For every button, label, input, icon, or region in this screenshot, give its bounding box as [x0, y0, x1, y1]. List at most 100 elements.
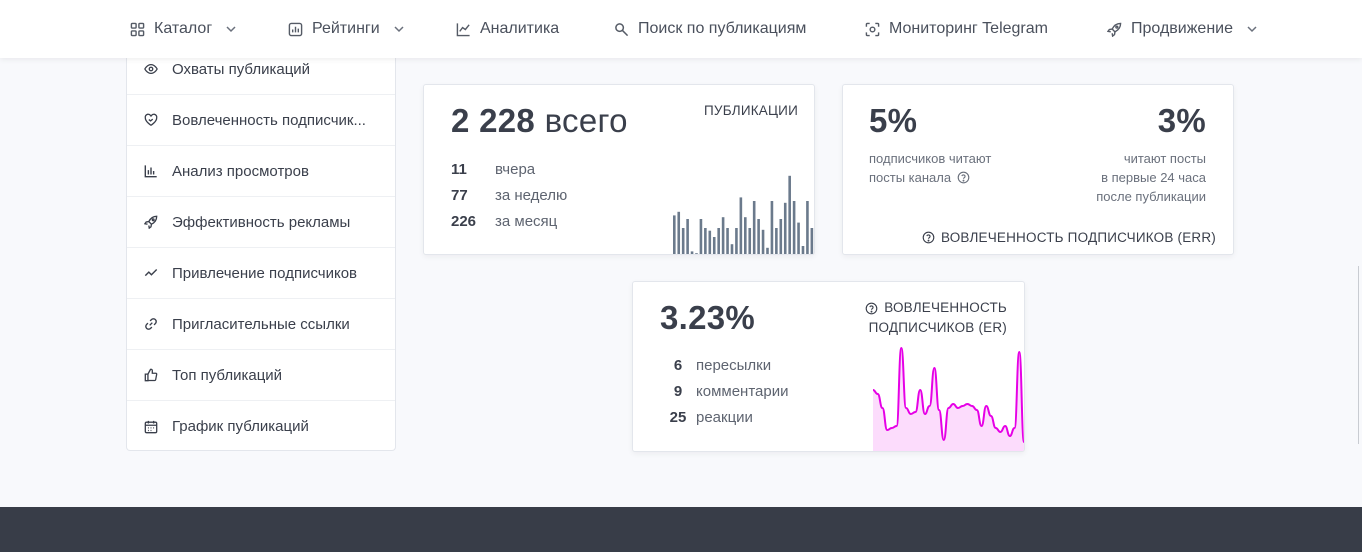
chevron-down-icon — [394, 26, 404, 33]
er-label-line: ВОВЛЕЧЕННОСТЬ — [884, 300, 1007, 315]
err-left-text-line-wrap: посты канала — [869, 168, 991, 187]
stat-label: реакции — [696, 409, 753, 426]
er-label: ВОВЛЕЧЕННОСТЬ ПОДПИСЧИКОВ (ER) — [865, 298, 1007, 338]
bar-chart-icon — [288, 22, 303, 36]
publications-bar — [704, 228, 707, 254]
line-chart-icon — [456, 22, 470, 36]
publications-bar — [806, 201, 809, 254]
publications-bar-chart — [673, 175, 814, 254]
publications-bar — [797, 222, 800, 254]
stat-value: 9 — [673, 383, 683, 400]
err-right-description: читают посты в первые 24 часа после публ… — [1096, 149, 1206, 206]
stat-label: вчера — [495, 161, 536, 178]
sidebar-item-invite-links[interactable]: Пригласительные ссылки — [127, 299, 395, 350]
publications-label: ПУБЛИКАЦИИ — [704, 103, 798, 118]
sidebar-item-label: График публикаций — [172, 418, 309, 435]
stat-row: 11 вчера — [451, 161, 535, 178]
nav-search-publications[interactable]: Поиск по публикациям — [614, 0, 806, 58]
nav-catalog-label: Каталог — [154, 20, 213, 37]
sidebar-item-top-publications[interactable]: Топ публикаций — [127, 350, 395, 401]
nav-search-publications-label: Поиск по публикациям — [638, 20, 807, 37]
sidebar-item-label: Эффективность рекламы — [172, 213, 351, 231]
err-right-text-line: в первые 24 часа — [1101, 170, 1206, 185]
err-left-value: 5% — [869, 102, 918, 139]
scan-icon — [865, 22, 880, 36]
er-label-line: ПОДПИСЧИКОВ (ER) — [868, 320, 1007, 335]
err-right-value: 3% — [1157, 102, 1206, 139]
publications-bar — [770, 201, 774, 254]
nav-telegram-monitoring[interactable]: Мониторинг Telegram — [865, 0, 1048, 58]
publications-card: 2 228 всего ПУБЛИКАЦИИ 11 вчера 77 за не… — [423, 84, 815, 255]
sidebar-item-ad-efficiency[interactable]: Эффективность рекламы — [127, 197, 395, 248]
stat-value: 11 — [451, 161, 467, 178]
rocket-icon — [1107, 22, 1122, 37]
err-card: 5% 3% подписчиков читают посты канала чи… — [842, 84, 1234, 255]
stat-label: за неделю — [495, 187, 568, 204]
publications-total: 2 228 всего — [451, 102, 628, 140]
stat-row: 77 за неделю — [451, 187, 567, 204]
publications-bar — [792, 201, 796, 254]
publications-bar — [717, 228, 720, 254]
stat-label: комментарии — [696, 383, 789, 400]
stat-label: за месяц — [495, 213, 558, 230]
publications-total-value: 2 228 — [451, 102, 536, 139]
publications-bar — [721, 217, 725, 254]
publications-bar — [681, 228, 685, 254]
publications-bar — [708, 230, 712, 254]
stat-value: 6 — [673, 357, 683, 374]
scrollbar-edge — [1358, 266, 1362, 444]
er-area-chart — [872, 346, 1024, 451]
publications-bar — [730, 244, 734, 254]
chevron-down-icon — [226, 26, 236, 33]
err-right-text-line: после публикации — [1096, 189, 1206, 204]
nav-analytics[interactable]: Аналитика — [456, 0, 559, 58]
publications-bar — [677, 211, 681, 254]
err-right-text-line: читают посты — [1123, 151, 1206, 166]
sidebar-item-label: Топ публикаций — [172, 366, 283, 384]
nav-ratings[interactable]: Рейтинги — [288, 0, 405, 58]
publications-bar — [712, 237, 716, 254]
thumbs-up-icon — [144, 368, 158, 382]
trend-icon — [144, 269, 158, 277]
publications-bar — [752, 201, 756, 254]
nav-catalog[interactable]: Каталог — [130, 0, 237, 58]
nav-promotion[interactable]: Продвижение — [1107, 0, 1258, 58]
publications-bar — [801, 246, 805, 254]
publications-bar — [779, 219, 783, 254]
publications-bar — [690, 251, 694, 254]
sidebar-item-label: Охваты публикаций — [172, 60, 311, 78]
heart-handshake-icon — [144, 113, 158, 127]
publications-bar — [810, 228, 814, 254]
link-icon — [145, 318, 157, 330]
stat-row: 25 реакции — [660, 409, 753, 426]
publications-bar — [766, 247, 769, 254]
analytics-sidebar: Охваты публикаций Вовлеченность подписчи… — [126, 44, 396, 451]
er-value: 3.23% — [660, 299, 756, 336]
stat-row: 9 комментарии — [660, 383, 789, 400]
help-circle-icon[interactable] — [922, 231, 935, 244]
er-label-line-wrap: ВОВЛЕЧЕННОСТЬ — [865, 298, 1007, 318]
err-left-text-line: посты канала — [869, 170, 952, 185]
stat-value: 226 — [451, 213, 477, 230]
err-left-description: подписчиков читают посты канала — [869, 149, 991, 187]
stat-row: 226 за месяц — [451, 213, 557, 230]
sidebar-item-subscriber-growth[interactable]: Привлечение подписчиков — [127, 248, 395, 299]
sidebar-item-views-analysis[interactable]: Анализ просмотров — [127, 146, 395, 197]
er-card: 3.23% ВОВЛЕЧЕННОСТЬ ПОДПИСЧИКОВ (ER) 6 п… — [632, 281, 1025, 452]
sidebar-item-publication-schedule[interactable]: График публикаций — [127, 401, 395, 452]
publications-bar — [673, 215, 676, 254]
sidebar-item-engagement[interactable]: Вовлеченность подписчик... — [127, 95, 395, 146]
err-left-text-line: подписчиков читают — [869, 151, 992, 166]
publications-bar — [735, 228, 738, 254]
nav-analytics-label: Аналитика — [480, 20, 560, 37]
sidebar-item-label: Пригласительные ссылки — [172, 315, 350, 333]
nav-promotion-label: Продвижение — [1131, 20, 1233, 37]
help-circle-icon[interactable] — [865, 302, 878, 315]
stat-label: пересылки — [696, 357, 772, 374]
err-label-text: ВОВЛЕЧЕННОСТЬ ПОДПИСЧИКОВ (ERR) — [940, 230, 1216, 245]
publications-bar — [788, 175, 791, 254]
publications-bar — [748, 228, 752, 254]
help-circle-icon[interactable] — [957, 171, 970, 184]
publications-bar — [695, 253, 698, 254]
stat-value: 25 — [669, 409, 687, 426]
